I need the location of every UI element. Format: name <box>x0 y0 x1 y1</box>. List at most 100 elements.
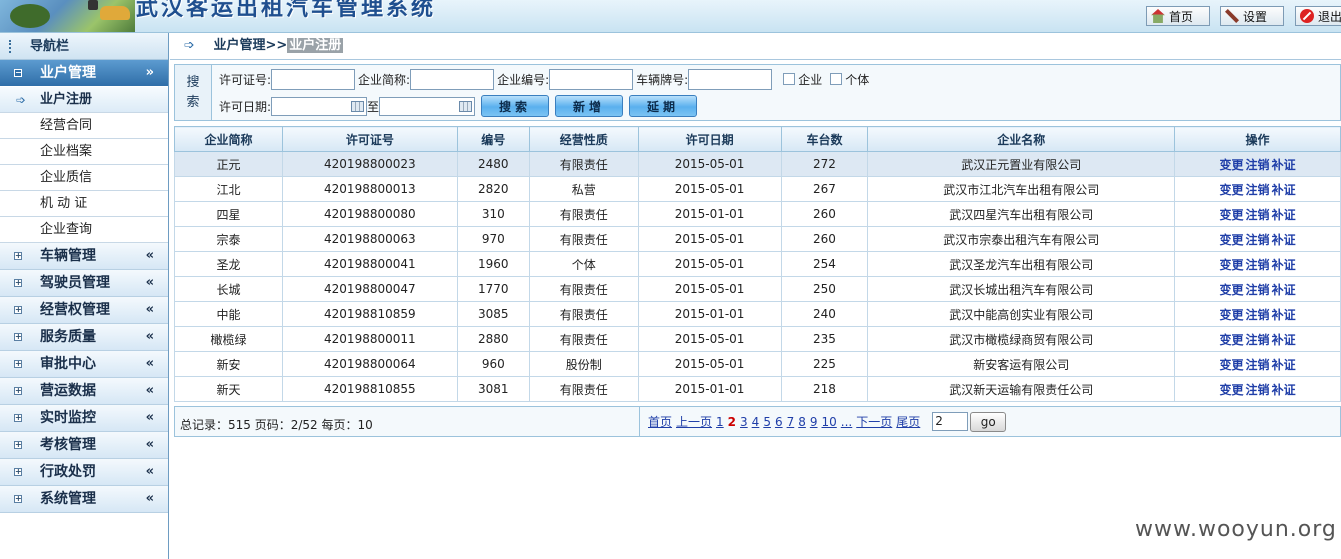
page-number-link[interactable]: 3 <box>740 415 748 429</box>
cancel-link[interactable]: 注销 <box>1246 258 1270 272</box>
chevron-icon[interactable]: » <box>146 59 154 86</box>
table-row[interactable]: 正元 420198800023 2480 有限责任 2015-05-01 272 武汉正元置… <box>174 151 1341 177</box>
individual-checkbox[interactable] <box>830 73 843 85</box>
cancel-link[interactable]: 注销 <box>1246 158 1270 172</box>
prev-page-link[interactable]: 上一页 <box>676 413 712 430</box>
first-page-link[interactable]: 首页 <box>648 413 672 430</box>
sidebar-group[interactable]: + 系统管理 « <box>0 486 168 513</box>
reissue-link[interactable]: 补证 <box>1272 158 1296 172</box>
change-link[interactable]: 变更 <box>1220 358 1244 372</box>
date-to-input[interactable] <box>379 96 476 116</box>
go-button[interactable]: go <box>970 411 1007 432</box>
cancel-link[interactable]: 注销 <box>1246 208 1270 222</box>
table-row[interactable]: 宗泰 420198800063 970 有限责任 2015-05-01 260 武汉市宗泰出… <box>174 226 1341 252</box>
change-link[interactable]: 变更 <box>1220 258 1244 272</box>
next-page-link[interactable]: 下一页 <box>856 413 892 430</box>
sidebar-group[interactable]: + 服务质量 « <box>0 324 168 351</box>
page-number-link[interactable]: 6 <box>775 415 783 429</box>
expand-icon[interactable]: + <box>14 468 22 476</box>
cancel-link[interactable]: 注销 <box>1246 358 1270 372</box>
cancel-link[interactable]: 注销 <box>1246 308 1270 322</box>
cancel-link[interactable]: 注销 <box>1246 233 1270 247</box>
sidebar-group[interactable]: + 经营权管理 « <box>0 297 168 324</box>
reissue-link[interactable]: 补证 <box>1272 208 1296 222</box>
change-link[interactable]: 变更 <box>1220 333 1244 347</box>
table-row[interactable]: 橄榄绿 420198800011 2880 有限责任 2015-05-01 235 武汉市橄… <box>174 326 1341 352</box>
sidebar-group[interactable]: + 审批中心 « <box>0 351 168 378</box>
chevron-icon[interactable]: « <box>146 269 154 296</box>
collapse-icon[interactable]: − <box>14 69 22 77</box>
expand-icon[interactable]: + <box>14 387 22 395</box>
expand-icon[interactable]: + <box>14 333 22 341</box>
table-row[interactable]: 四星 420198800080 310 有限责任 2015-01-01 260 武汉四星汽车… <box>174 201 1341 227</box>
company-checkbox[interactable] <box>783 73 796 85</box>
expand-icon[interactable]: + <box>14 441 22 449</box>
home-button[interactable]: 首页 <box>1146 6 1210 26</box>
chevron-icon[interactable]: « <box>146 485 154 512</box>
page-number-link[interactable]: 8 <box>798 415 806 429</box>
page-number-link[interactable]: 9 <box>810 415 818 429</box>
expand-icon[interactable]: + <box>14 252 22 260</box>
chevron-icon[interactable]: « <box>146 242 154 269</box>
sidebar-group[interactable]: + 营运数据 « <box>0 378 168 405</box>
page-number-link[interactable]: 1 <box>716 415 724 429</box>
cancel-link[interactable]: 注销 <box>1246 183 1270 197</box>
expand-icon[interactable]: + <box>14 360 22 368</box>
cancel-link[interactable]: 注销 <box>1246 333 1270 347</box>
settings-button[interactable]: 设置 <box>1220 6 1284 26</box>
sidebar-sub-item[interactable]: 经营合同 <box>0 113 168 139</box>
expand-icon[interactable]: + <box>14 279 22 287</box>
sidebar-sub-item[interactable]: 企业档案 <box>0 139 168 165</box>
reissue-link[interactable]: 补证 <box>1272 383 1296 397</box>
chevron-icon[interactable]: « <box>146 458 154 485</box>
short-name-input[interactable] <box>410 68 495 90</box>
table-row[interactable]: 长城 420198800047 1770 有限责任 2015-05-01 250 武汉长城出… <box>174 276 1341 302</box>
table-row[interactable]: 中能 420198810859 3085 有限责任 2015-01-01 240 武汉中能高… <box>174 301 1341 327</box>
change-link[interactable]: 变更 <box>1220 158 1244 172</box>
expand-icon[interactable]: + <box>14 306 22 314</box>
last-page-link[interactable]: 尾页 <box>896 413 920 430</box>
cancel-link[interactable]: 注销 <box>1246 383 1270 397</box>
reissue-link[interactable]: 补证 <box>1272 183 1296 197</box>
sidebar-sub-item[interactable]: ➩ 业户注册 <box>0 87 168 113</box>
search-button[interactable]: 搜索 <box>481 95 550 117</box>
sidebar-group[interactable]: + 车辆管理 « <box>0 243 168 270</box>
sidebar-group[interactable]: + 驾驶员管理 « <box>0 270 168 297</box>
change-link[interactable]: 变更 <box>1220 183 1244 197</box>
table-row[interactable]: 新天 420198810855 3081 有限责任 2015-01-01 218 武汉新天运… <box>174 376 1341 402</box>
license-input[interactable] <box>271 68 356 90</box>
page-number-input[interactable]: 2 <box>932 412 969 431</box>
change-link[interactable]: 变更 <box>1220 208 1244 222</box>
chevron-icon[interactable]: « <box>146 404 154 431</box>
expand-icon[interactable]: + <box>14 414 22 422</box>
page-number-link[interactable]: 4 <box>752 415 760 429</box>
reissue-link[interactable]: 补证 <box>1272 358 1296 372</box>
page-number-link[interactable]: 5 <box>763 415 771 429</box>
table-row[interactable]: 新安 420198800064 960 股份制 2015-05-01 225 新安客运有限公… <box>174 351 1341 377</box>
reissue-link[interactable]: 补证 <box>1272 233 1296 247</box>
calendar-icon[interactable] <box>351 100 365 112</box>
reissue-link[interactable]: 补证 <box>1272 308 1296 322</box>
sidebar-group[interactable]: − 业户管理 » <box>0 60 168 87</box>
chevron-icon[interactable]: « <box>146 323 154 350</box>
sidebar-group[interactable]: + 行政处罚 « <box>0 459 168 486</box>
cancel-link[interactable]: 注销 <box>1246 283 1270 297</box>
chevron-icon[interactable]: « <box>146 350 154 377</box>
page-number-link[interactable]: ... <box>841 415 852 429</box>
logout-button[interactable]: 退出 <box>1295 6 1341 26</box>
sidebar-group[interactable]: + 考核管理 « <box>0 432 168 459</box>
change-link[interactable]: 变更 <box>1220 283 1244 297</box>
sidebar-sub-item[interactable]: 企业查询 <box>0 217 168 243</box>
add-button[interactable]: 新增 <box>555 95 624 117</box>
reissue-link[interactable]: 补证 <box>1272 333 1296 347</box>
reissue-link[interactable]: 补证 <box>1272 283 1296 297</box>
sidebar-group[interactable]: + 实时监控 « <box>0 405 168 432</box>
date-from-input[interactable] <box>271 96 368 116</box>
table-row[interactable]: 江北 420198800013 2820 私营 2015-05-01 267 武汉市江北汽车… <box>174 176 1341 202</box>
sidebar-sub-item[interactable]: 企业质信 <box>0 165 168 191</box>
chevron-icon[interactable]: « <box>146 296 154 323</box>
calendar-icon[interactable] <box>459 100 473 112</box>
page-number-link[interactable]: 10 <box>822 415 837 429</box>
page-number-link[interactable]: 7 <box>787 415 795 429</box>
extend-button[interactable]: 延期 <box>629 95 698 117</box>
